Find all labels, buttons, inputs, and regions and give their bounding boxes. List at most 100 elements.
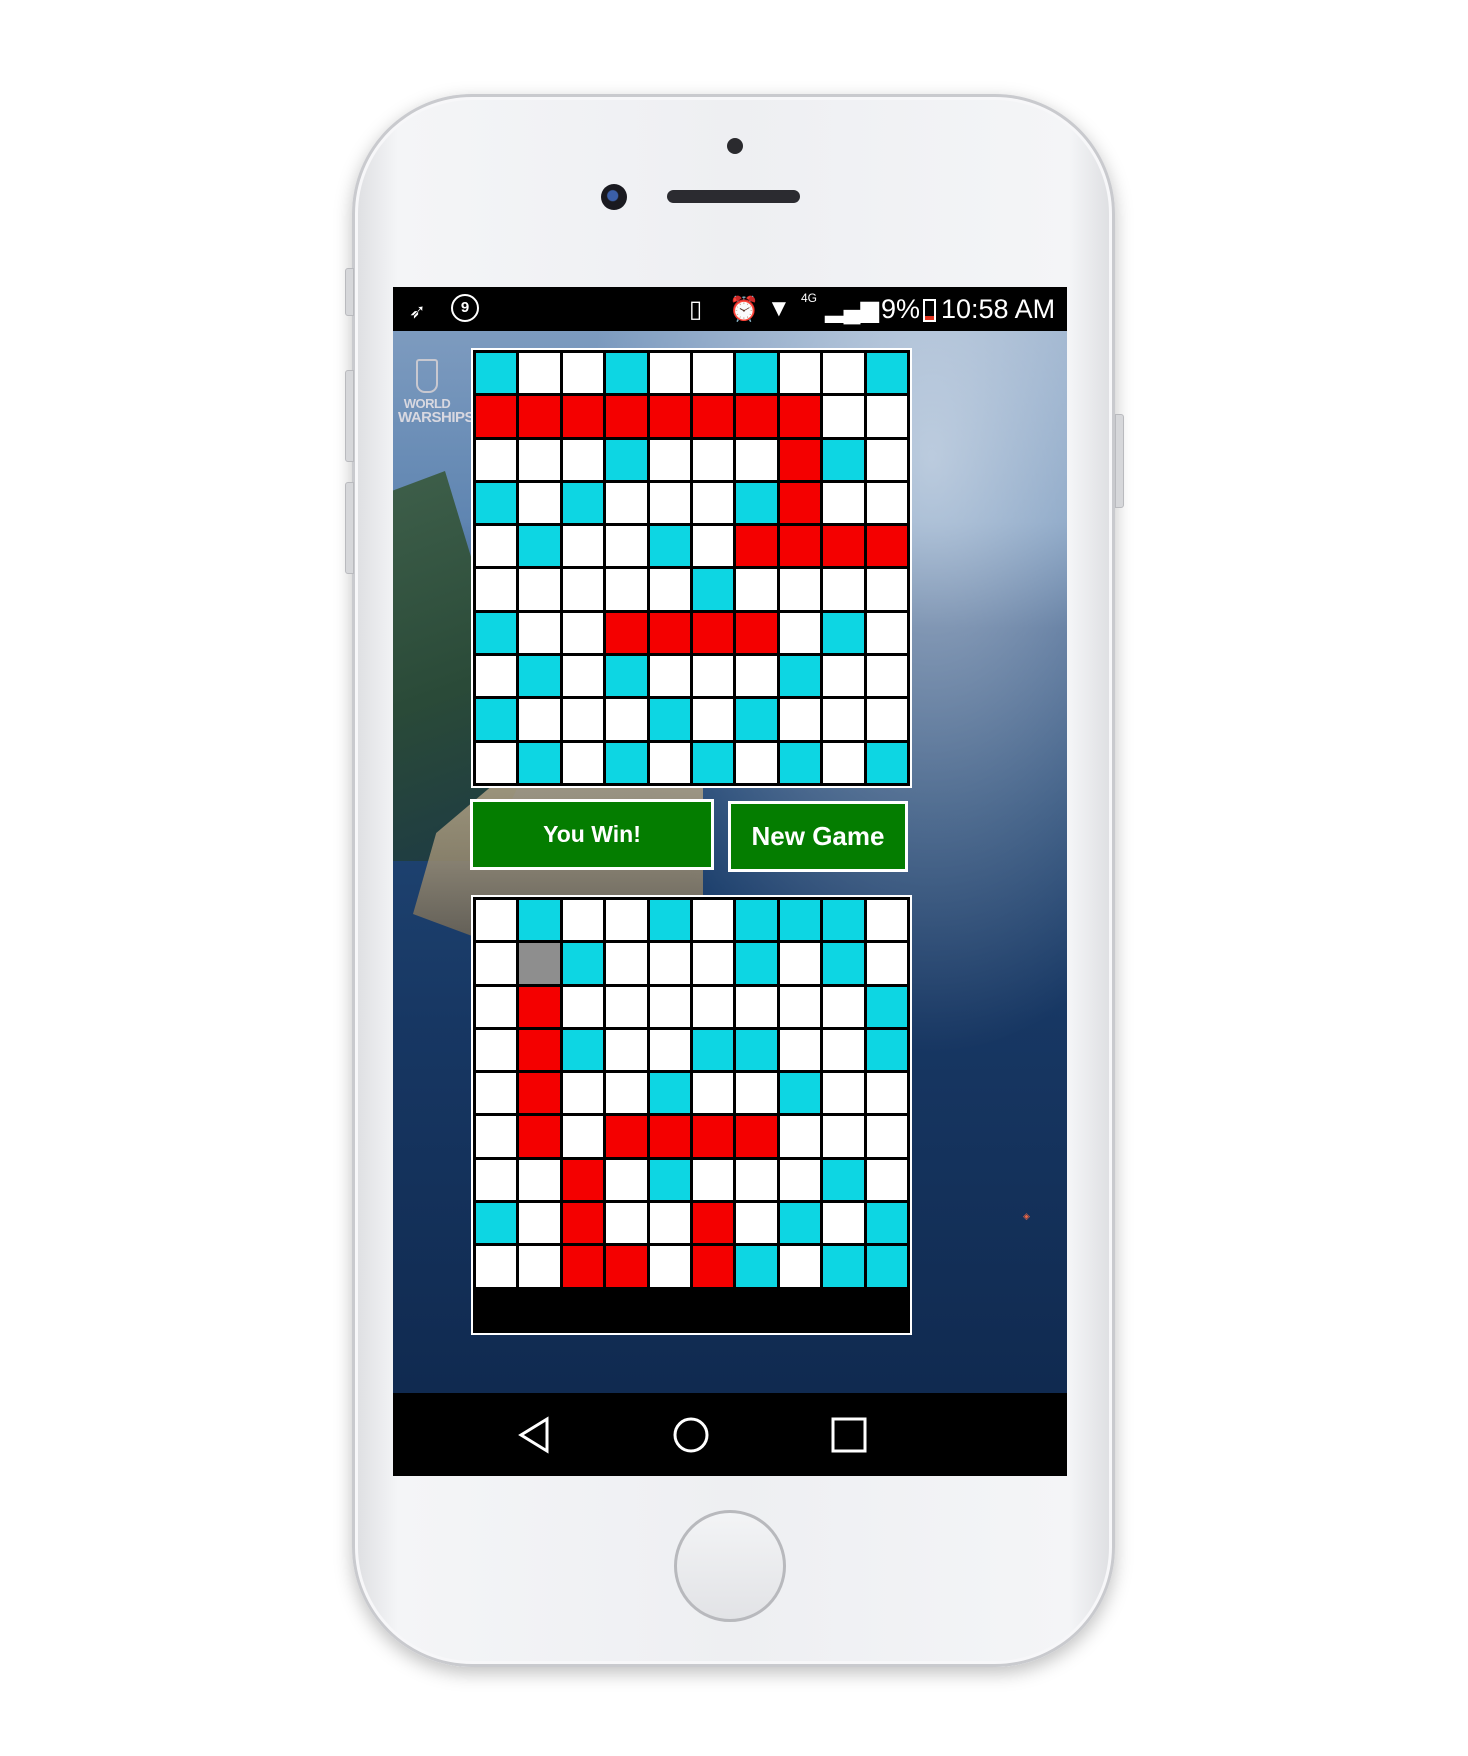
board-cell[interactable] bbox=[693, 1246, 734, 1287]
board-cell[interactable] bbox=[519, 699, 560, 740]
board-cell[interactable] bbox=[562, 439, 604, 480]
board-cell[interactable] bbox=[693, 900, 734, 941]
board-cell[interactable] bbox=[519, 353, 560, 394]
board-cell[interactable] bbox=[476, 526, 517, 567]
board-cell[interactable] bbox=[779, 396, 821, 437]
board-cell[interactable] bbox=[736, 986, 777, 1027]
board-cell[interactable] bbox=[693, 1203, 734, 1244]
board-cell[interactable] bbox=[519, 656, 560, 697]
board-cell[interactable] bbox=[736, 1203, 777, 1244]
board-cell[interactable] bbox=[693, 742, 734, 783]
board-cell[interactable] bbox=[866, 569, 907, 610]
board-cell[interactable] bbox=[519, 482, 560, 524]
board-cell[interactable] bbox=[476, 742, 517, 783]
board-cell[interactable] bbox=[823, 1116, 864, 1157]
board-cell[interactable] bbox=[649, 439, 690, 480]
board-cell[interactable] bbox=[519, 986, 560, 1027]
board-cell[interactable] bbox=[562, 569, 604, 610]
board-cell[interactable] bbox=[562, 986, 604, 1027]
home-button[interactable] bbox=[674, 1510, 786, 1622]
board-cell[interactable] bbox=[779, 482, 821, 524]
home-icon[interactable] bbox=[669, 1413, 713, 1457]
board-cell[interactable] bbox=[562, 1203, 604, 1244]
board-cell[interactable] bbox=[649, 699, 690, 740]
board-cell[interactable] bbox=[866, 1246, 907, 1287]
board-cell[interactable] bbox=[866, 353, 907, 394]
board-cell[interactable] bbox=[606, 943, 647, 984]
board-cell[interactable] bbox=[779, 900, 821, 941]
board-cell[interactable] bbox=[606, 1116, 647, 1157]
board-cell[interactable] bbox=[562, 656, 604, 697]
board-cell[interactable] bbox=[606, 482, 647, 524]
board-cell[interactable] bbox=[779, 1116, 821, 1157]
board-cell[interactable] bbox=[562, 396, 604, 437]
board-cell[interactable] bbox=[866, 1073, 907, 1114]
board-cell[interactable] bbox=[866, 1203, 907, 1244]
board-cell[interactable] bbox=[649, 482, 690, 524]
board-cell[interactable] bbox=[866, 742, 907, 783]
board-cell[interactable] bbox=[606, 900, 647, 941]
board-cell[interactable] bbox=[606, 656, 647, 697]
board-cell[interactable] bbox=[693, 1159, 734, 1201]
board-cell[interactable] bbox=[823, 699, 864, 740]
board-cell[interactable] bbox=[562, 353, 604, 394]
board-cell[interactable] bbox=[519, 900, 560, 941]
board-cell[interactable] bbox=[736, 353, 777, 394]
board-cell[interactable] bbox=[606, 353, 647, 394]
board-cell[interactable] bbox=[476, 1246, 517, 1287]
board-cell[interactable] bbox=[736, 482, 777, 524]
board-cell[interactable] bbox=[606, 742, 647, 783]
board-cell[interactable] bbox=[693, 612, 734, 654]
board-cell[interactable] bbox=[779, 353, 821, 394]
board-cell[interactable] bbox=[476, 569, 517, 610]
board-cell[interactable] bbox=[866, 1029, 907, 1071]
board-cell[interactable] bbox=[649, 612, 690, 654]
board-cell[interactable] bbox=[823, 569, 864, 610]
board-cell[interactable] bbox=[736, 1073, 777, 1114]
board-cell[interactable] bbox=[562, 1029, 604, 1071]
board-cell[interactable] bbox=[866, 396, 907, 437]
board-cell[interactable] bbox=[562, 1073, 604, 1114]
board-cell[interactable] bbox=[823, 1159, 864, 1201]
board-cell[interactable] bbox=[736, 1246, 777, 1287]
board-cell[interactable] bbox=[693, 943, 734, 984]
board-cell[interactable] bbox=[693, 569, 734, 610]
board-cell[interactable] bbox=[562, 943, 604, 984]
board-cell[interactable] bbox=[736, 396, 777, 437]
board-cell[interactable] bbox=[693, 1116, 734, 1157]
board-cell[interactable] bbox=[519, 612, 560, 654]
board-cell[interactable] bbox=[779, 1029, 821, 1071]
board-cell[interactable] bbox=[866, 986, 907, 1027]
board-cell[interactable] bbox=[519, 569, 560, 610]
board-cell[interactable] bbox=[823, 1073, 864, 1114]
board-cell[interactable] bbox=[606, 1246, 647, 1287]
board-cell[interactable] bbox=[649, 396, 690, 437]
board-cell[interactable] bbox=[476, 396, 517, 437]
board-cell[interactable] bbox=[519, 1073, 560, 1114]
board-cell[interactable] bbox=[823, 1029, 864, 1071]
board-cell[interactable] bbox=[649, 569, 690, 610]
board-cell[interactable] bbox=[476, 1159, 517, 1201]
board-cell[interactable] bbox=[693, 353, 734, 394]
board-cell[interactable] bbox=[519, 526, 560, 567]
board-cell[interactable] bbox=[606, 1203, 647, 1244]
board-cell[interactable] bbox=[823, 943, 864, 984]
board-cell[interactable] bbox=[779, 1203, 821, 1244]
board-cell[interactable] bbox=[693, 699, 734, 740]
board-cell[interactable] bbox=[736, 526, 777, 567]
board-cell[interactable] bbox=[649, 353, 690, 394]
board-cell[interactable] bbox=[779, 1246, 821, 1287]
board-cell[interactable] bbox=[779, 943, 821, 984]
board-cell[interactable] bbox=[476, 1203, 517, 1244]
board-cell[interactable] bbox=[606, 569, 647, 610]
new-game-button[interactable]: New Game bbox=[728, 801, 908, 872]
board-cell[interactable] bbox=[693, 526, 734, 567]
board-cell[interactable] bbox=[693, 656, 734, 697]
board-cell[interactable] bbox=[606, 1029, 647, 1071]
board-cell[interactable] bbox=[476, 1029, 517, 1071]
board-cell[interactable] bbox=[779, 526, 821, 567]
board-cell[interactable] bbox=[693, 1029, 734, 1071]
board-cell[interactable] bbox=[476, 612, 517, 654]
board-cell[interactable] bbox=[823, 353, 864, 394]
board-cell[interactable] bbox=[779, 1073, 821, 1114]
